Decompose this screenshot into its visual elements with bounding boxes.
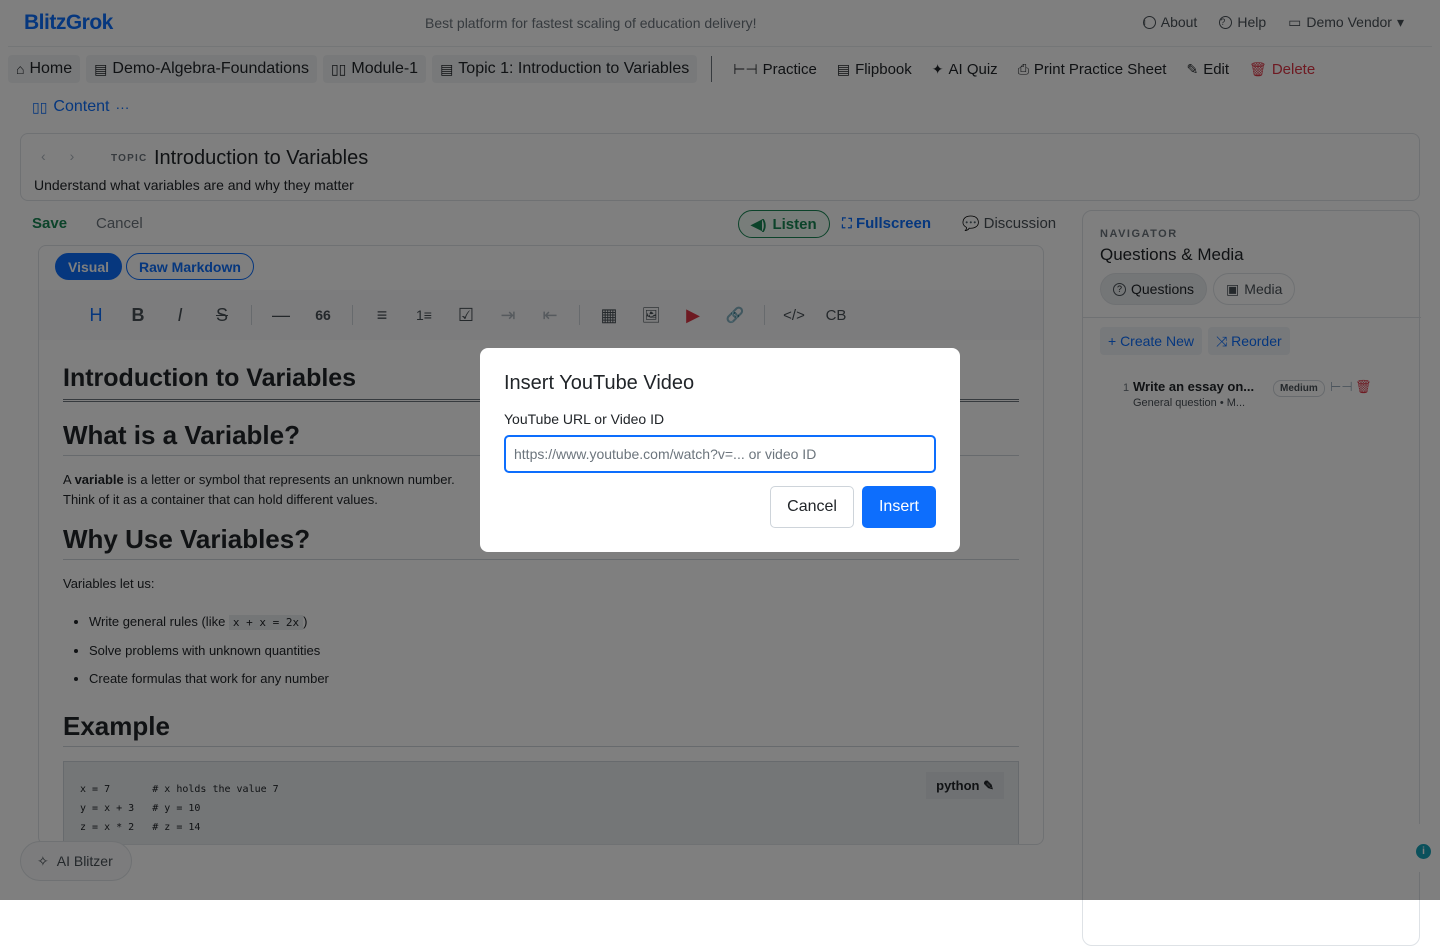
youtube-modal: Insert YouTube Video YouTube URL or Vide… [480,348,960,552]
insert-button[interactable]: Insert [861,486,936,528]
modal-cancel-button[interactable]: Cancel [770,486,854,528]
app-root: BlitzGrok Best platform for fastest scal… [0,0,1440,946]
youtube-url-input[interactable] [504,435,936,473]
modal-label: YouTube URL or Video ID [504,411,665,427]
modal-actions: Cancel Insert [770,486,936,528]
modal-title: Insert YouTube Video [504,372,695,394]
